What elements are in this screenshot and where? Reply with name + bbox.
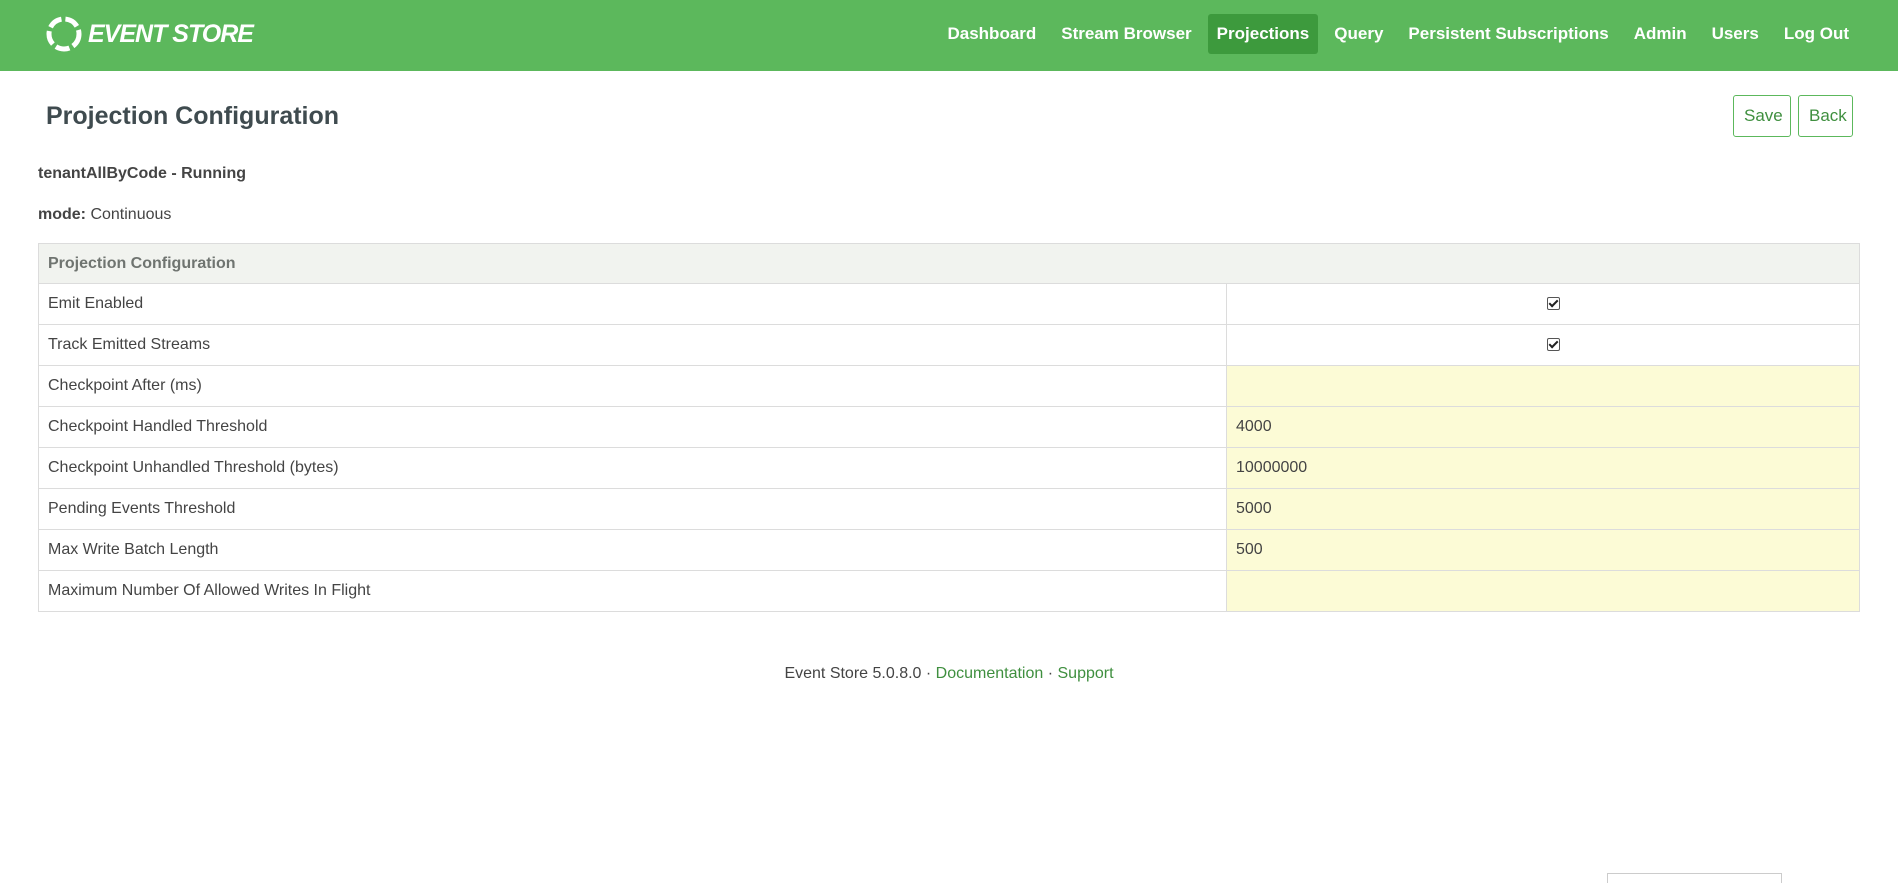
- config-row-track-emitted-streams: Track Emitted Streams: [38, 324, 1860, 366]
- save-button[interactable]: Save: [1733, 95, 1791, 137]
- logo-text: EVENT STORE: [88, 19, 254, 48]
- config-label: Emit Enabled: [38, 283, 1227, 325]
- config-row-emit-enabled: Emit Enabled: [38, 283, 1860, 325]
- checkpoint-unhandled-threshold-input[interactable]: 10000000: [1226, 447, 1860, 489]
- event-store-logo[interactable]: EVENT STORE: [46, 14, 254, 54]
- emit-enabled-cell: [1226, 283, 1860, 325]
- logo-icon: [46, 16, 82, 52]
- footer-separator: ·: [1043, 665, 1058, 682]
- nav-admin[interactable]: Admin: [1625, 14, 1696, 54]
- config-row-pending-events-threshold: Pending Events Threshold 5000: [38, 488, 1860, 530]
- config-row-checkpoint-handled-threshold: Checkpoint Handled Threshold 4000: [38, 406, 1860, 448]
- emit-enabled-checkbox[interactable]: [1546, 297, 1560, 311]
- corner-widget: [1607, 873, 1782, 883]
- projection-mode: mode: Continuous: [38, 206, 171, 224]
- nav-log-out[interactable]: Log Out: [1775, 14, 1858, 54]
- config-label: Max Write Batch Length: [38, 529, 1227, 571]
- mode-value: Continuous: [90, 206, 172, 223]
- config-label: Track Emitted Streams: [38, 324, 1227, 366]
- config-label: Pending Events Threshold: [38, 488, 1227, 530]
- nav-users[interactable]: Users: [1703, 14, 1768, 54]
- support-link[interactable]: Support: [1058, 665, 1114, 682]
- table-header: Projection Configuration: [38, 243, 1860, 284]
- documentation-link[interactable]: Documentation: [936, 665, 1044, 682]
- config-row-checkpoint-unhandled-threshold: Checkpoint Unhandled Threshold (bytes) 1…: [38, 447, 1860, 489]
- config-row-checkpoint-after: Checkpoint After (ms): [38, 365, 1860, 407]
- mode-label: mode:: [38, 206, 86, 223]
- config-label: Checkpoint Handled Threshold: [38, 406, 1227, 448]
- config-label: Maximum Number Of Allowed Writes In Flig…: [38, 570, 1227, 612]
- checkpoint-handled-threshold-input[interactable]: 4000: [1226, 406, 1860, 448]
- track-emitted-streams-checkbox[interactable]: [1546, 338, 1560, 352]
- checkpoint-after-input[interactable]: [1226, 365, 1860, 407]
- table-header-row: Projection Configuration: [38, 243, 1860, 284]
- nav-persistent-subscriptions[interactable]: Persistent Subscriptions: [1399, 14, 1617, 54]
- max-writes-in-flight-input[interactable]: [1226, 570, 1860, 612]
- nav-projections[interactable]: Projections: [1207, 14, 1319, 54]
- page-title: Projection Configuration: [46, 102, 340, 130]
- nav-query[interactable]: Query: [1325, 14, 1392, 54]
- config-label: Checkpoint After (ms): [38, 365, 1227, 407]
- nav-dashboard[interactable]: Dashboard: [938, 14, 1045, 54]
- max-write-batch-length-input[interactable]: 500: [1226, 529, 1860, 571]
- nav-stream-browser[interactable]: Stream Browser: [1052, 14, 1200, 54]
- top-navbar: EVENT STORE Dashboard Stream Browser Pro…: [0, 0, 1898, 71]
- footer-version: Event Store 5.0.8.0: [784, 665, 922, 682]
- footer-separator: ·: [921, 665, 936, 682]
- config-row-max-writes-in-flight: Maximum Number Of Allowed Writes In Flig…: [38, 570, 1860, 612]
- track-emitted-streams-cell: [1226, 324, 1860, 366]
- projection-config-table: Projection Configuration Emit Enabled Tr…: [38, 243, 1860, 612]
- main-nav: Dashboard Stream Browser Projections Que…: [931, 14, 1858, 54]
- footer: Event Store 5.0.8.0 · Documentation · Su…: [0, 665, 1898, 683]
- back-button[interactable]: Back: [1798, 95, 1853, 137]
- config-label: Checkpoint Unhandled Threshold (bytes): [38, 447, 1227, 489]
- projection-status: tenantAllByCode - Running: [38, 165, 246, 182]
- config-row-max-write-batch-length: Max Write Batch Length 500: [38, 529, 1860, 571]
- pending-events-threshold-input[interactable]: 5000: [1226, 488, 1860, 530]
